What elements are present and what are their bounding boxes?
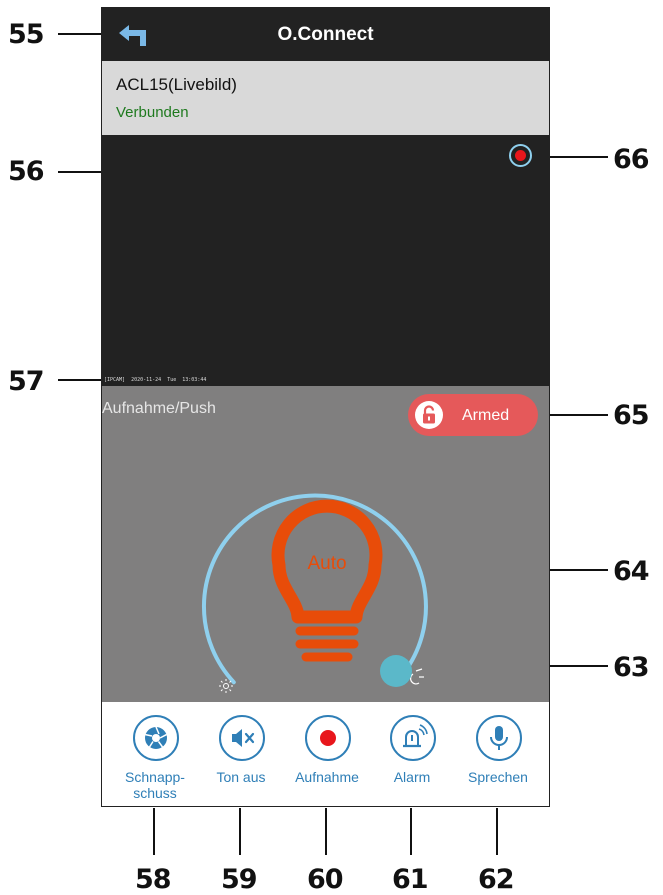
brightness-high-icon (219, 679, 233, 693)
speaker-mute-icon (219, 715, 265, 761)
connection-status: Verbunden (116, 104, 189, 121)
video-timestamp-overlay: [IPCAM] 2020-11-24 Tue 13:03:44 (104, 377, 207, 383)
camera-name: ACL15(Livebild) (116, 75, 237, 94)
alarm-light-icon (390, 715, 436, 761)
light-bulb-icon (271, 499, 383, 662)
light-dial[interactable] (102, 386, 550, 702)
record-icon (305, 715, 351, 761)
callout-65: 65 (613, 400, 650, 431)
mute-label: Ton aus (216, 769, 266, 785)
live-video-view[interactable]: [IPCAM] 2020-11-24 Tue 13:03:44 (102, 135, 549, 386)
mute-button[interactable]: Ton aus (196, 702, 286, 806)
light-level-knob[interactable] (380, 655, 412, 687)
snapshot-label: Schnapp- schuss (125, 769, 185, 801)
callout-61-line (410, 808, 412, 855)
callout-59: 59 (221, 864, 258, 895)
callout-62-line (496, 808, 498, 855)
bottom-toolbar: Schnapp- schuss Ton aus Aufnahme Alarm S… (102, 702, 549, 806)
callout-62: 62 (478, 864, 515, 895)
brightness-low-icon (410, 668, 424, 685)
callout-60: 60 (307, 864, 344, 895)
app-title: O.Connect (277, 24, 374, 45)
callout-57-line (58, 379, 103, 381)
microphone-icon (476, 715, 522, 761)
alarm-button[interactable]: Alarm (367, 702, 457, 806)
control-panel: Aufnahme/Push Armed Auto (102, 386, 549, 702)
camera-info-panel: ACL15(Livebild) Verbunden (102, 61, 549, 135)
callout-56: 56 (8, 156, 45, 187)
callout-58-line (153, 808, 155, 855)
alarm-label: Alarm (393, 769, 431, 785)
callout-60-line (325, 808, 327, 855)
callout-57: 57 (8, 366, 45, 397)
callout-66: 66 (613, 144, 650, 175)
callout-58: 58 (135, 864, 172, 895)
callout-63: 63 (613, 652, 650, 683)
callout-64: 64 (613, 556, 650, 587)
callout-59-line (239, 808, 241, 855)
app-screen: O.Connect ACL15(Livebild) Verbunden [IPC… (101, 7, 550, 807)
callout-55: 55 (8, 19, 45, 50)
light-mode-label: Auto (307, 553, 347, 574)
recording-indicator-icon (509, 144, 532, 167)
top-bar: O.Connect (102, 8, 549, 61)
record-label: Aufnahme (295, 769, 359, 785)
talk-label: Sprechen (468, 769, 528, 785)
snapshot-button[interactable]: Schnapp- schuss (110, 702, 200, 806)
camera-shutter-icon (133, 715, 179, 761)
record-button[interactable]: Aufnahme (282, 702, 372, 806)
talk-button[interactable]: Sprechen (453, 702, 543, 806)
callout-61: 61 (392, 864, 429, 895)
